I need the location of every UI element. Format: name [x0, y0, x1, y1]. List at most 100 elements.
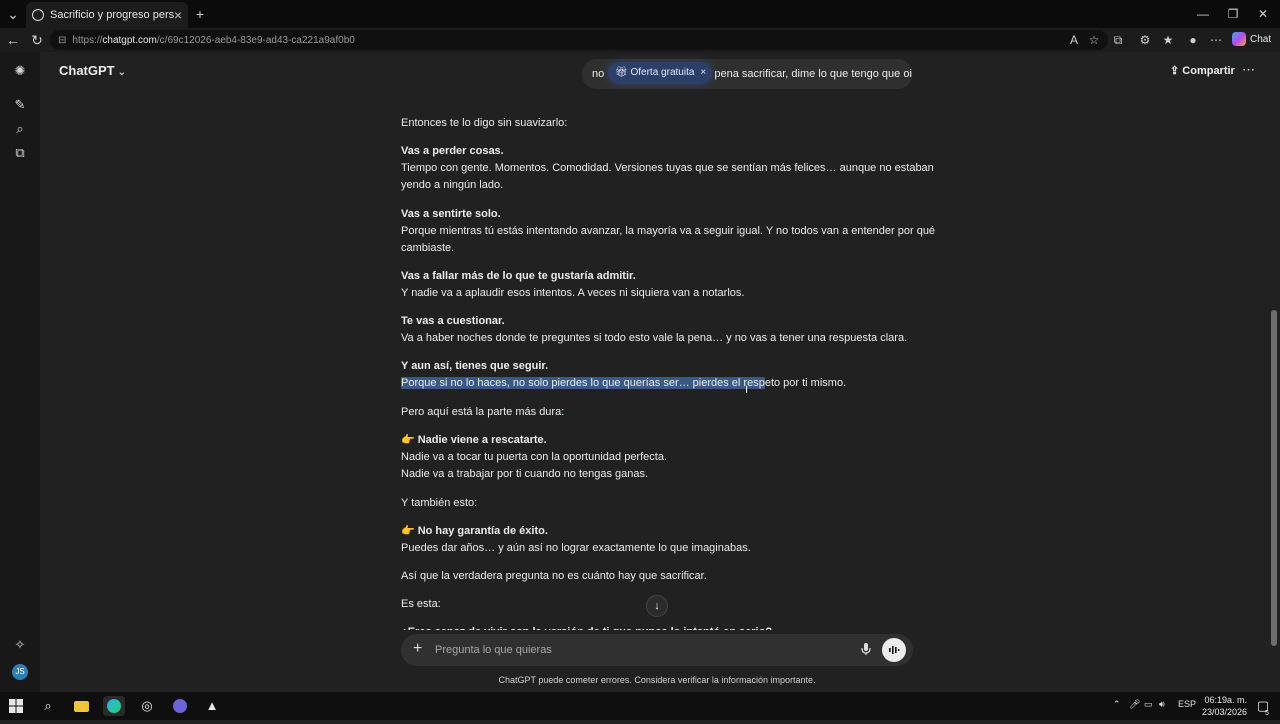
- windows-taskbar: ⌕ ◎ ▲ ⌃ 🎤︎ ▭ 🔊︎ ESP 06:19a. m. 23/03/202…: [0, 692, 1280, 720]
- site-info-icon[interactable]: ⊟: [58, 35, 66, 46]
- url-host: chatgpt.com: [102, 34, 157, 46]
- copilot-button[interactable]: Chat: [1232, 32, 1271, 46]
- sidebar-rail: ✺ ✎ ⌕ ⧉ ✧ JS: [0, 52, 40, 692]
- previous-question-suffix: pena sacrificar, dime lo que tengo que o…: [714, 68, 912, 80]
- disclaimer-text: ChatGPT puede cometer errores. Considera…: [498, 675, 816, 685]
- message-line: Nadie va a trabajar por ti cuando no ten…: [401, 468, 649, 480]
- user-avatar[interactable]: JS: [10, 660, 30, 680]
- steam-like-app-icon[interactable]: ◎: [136, 696, 158, 716]
- gift-icon: 🎁︎: [615, 67, 628, 78]
- restore-icon[interactable]: ❐: [1218, 0, 1248, 28]
- message-line: Nadie va a tocar tu puerta con la oportu…: [401, 451, 668, 463]
- url-scheme: https://: [72, 34, 103, 46]
- copilot-label: Chat: [1250, 33, 1272, 45]
- notifications-button[interactable]: ▢ 5: [1252, 696, 1274, 717]
- pointing-hand-icon: 👉: [401, 434, 415, 446]
- clock-date: 23/03/2026: [1201, 707, 1247, 717]
- profile-avatar-icon[interactable]: ●: [1185, 32, 1201, 48]
- browser-tab-strip: ⌄ Sacrificio y progreso personal × + — ❐…: [0, 0, 1280, 28]
- arrow-down-icon: ↓: [654, 600, 660, 612]
- edge-browser-icon[interactable]: [103, 696, 125, 716]
- message-line: Tiempo con gente. Momentos. Comodidad. V…: [401, 162, 934, 174]
- taskbar-search-icon[interactable]: ⌕: [37, 696, 59, 716]
- message-heading: Vas a perder cosas.: [401, 145, 504, 157]
- pointing-hand-icon: 👉: [401, 525, 415, 537]
- openai-logo-icon[interactable]: ✺: [10, 61, 30, 81]
- message-heading: Te vas a cuestionar.: [401, 315, 505, 327]
- message-heading-text: No hay garantía de éxito.: [417, 525, 548, 537]
- minimize-icon[interactable]: —: [1188, 0, 1218, 28]
- chat-main: ChatGPT ⌄ no pena sacrificar, dime lo que…: [40, 52, 1268, 692]
- read-aloud-icon[interactable]: A: [1066, 32, 1082, 48]
- tray-mic-icon[interactable]: 🎤︎: [1129, 699, 1140, 710]
- share-label: Compartir: [1182, 65, 1235, 77]
- voice-mode-icon: [889, 646, 900, 654]
- unselected-text: eto por ti mismo.: [764, 377, 847, 389]
- network-icon[interactable]: ▭: [1144, 699, 1153, 710]
- text-cursor-icon: I: [745, 384, 749, 396]
- taskbar-clock[interactable]: 06:19a. m. 23/03/2026: [1195, 694, 1247, 718]
- message-heading: Vas a sentirte solo.: [401, 208, 501, 220]
- url-path: /c/69c12026-aeb4-83e9-ad43-ca221a9af0b0: [156, 34, 355, 46]
- sparkle-icon[interactable]: ✧: [10, 635, 30, 655]
- message-line: Y también esto:: [401, 497, 478, 509]
- message-line-selected: Porque si no lo haces, no solo pierdes l…: [401, 375, 921, 392]
- message-line: Va a haber noches donde te preguntes si …: [401, 332, 908, 344]
- library-icon[interactable]: ⧉: [10, 143, 30, 163]
- model-name: ChatGPT: [59, 63, 115, 78]
- scrollbar-thumb[interactable]: [1271, 310, 1277, 646]
- message-line: yendo a ningún lado.: [401, 179, 504, 191]
- attach-plus-button[interactable]: +: [413, 640, 422, 658]
- scroll-to-bottom-button[interactable]: ↓: [646, 595, 668, 617]
- model-selector[interactable]: ChatGPT ⌄: [59, 63, 126, 78]
- message-line: cambiaste.: [401, 242, 455, 254]
- browser-tab[interactable]: Sacrificio y progreso personal ×: [26, 2, 188, 28]
- new-tab-button[interactable]: +: [189, 4, 211, 24]
- notification-count: 5: [1265, 710, 1269, 717]
- more-options-icon[interactable]: ⋯: [1242, 62, 1256, 78]
- tab-close-icon[interactable]: ×: [174, 7, 182, 23]
- search-icon[interactable]: ⌕: [10, 119, 30, 139]
- message-line: Puedes dar años… y aún así no lograr exa…: [401, 542, 751, 554]
- more-menu-icon[interactable]: ⋯: [1208, 32, 1224, 48]
- prompt-composer: +: [401, 634, 913, 666]
- message-heading-text: Nadie viene a rescatarte.: [417, 434, 547, 446]
- message-heading-clipped: ¿Eres capaz de vivir con la versión de t…: [401, 624, 921, 630]
- favorites-icon[interactable]: ★: [1160, 32, 1176, 48]
- message-line: Así que la verdadera pregunta no es cuán…: [401, 570, 707, 582]
- offer-close-icon[interactable]: ×: [700, 67, 706, 78]
- file-explorer-icon[interactable]: [70, 696, 92, 716]
- voice-mode-button[interactable]: [882, 638, 906, 662]
- extensions-icon[interactable]: ⚙: [1137, 32, 1153, 48]
- microphone-icon[interactable]: [859, 642, 873, 658]
- split-screen-icon[interactable]: ⧉: [1110, 32, 1126, 48]
- discord-app-icon[interactable]: [169, 696, 191, 716]
- message-line: Y nadie va a aplaudir esos intentos. A v…: [401, 287, 745, 299]
- back-arrow-icon[interactable]: ←: [2, 30, 24, 50]
- page-scrollbar[interactable]: [1268, 52, 1280, 692]
- previous-question-prefix: no: [592, 68, 605, 80]
- chatgpt-favicon-icon: [32, 9, 44, 21]
- new-chat-icon[interactable]: ✎: [10, 95, 30, 115]
- tab-title: Sacrificio y progreso personal: [50, 9, 174, 21]
- url-field[interactable]: ⊟ https://chatgpt.com/c/69c12026-aeb4-83…: [50, 30, 1108, 50]
- free-offer-pill[interactable]: 🎁︎ Oferta gratuita ×: [608, 62, 712, 84]
- prompt-input[interactable]: [435, 641, 815, 659]
- volume-icon[interactable]: 🔊︎: [1159, 699, 1165, 710]
- photos-app-icon[interactable]: ▲: [201, 696, 223, 716]
- message-heading: Vas a fallar más de lo que te gustaría a…: [401, 270, 636, 282]
- close-window-icon[interactable]: ✕: [1248, 0, 1278, 28]
- windows-start-icon[interactable]: [5, 696, 27, 716]
- tray-chevron-icon[interactable]: ⌃: [1113, 699, 1121, 710]
- message-line: Entonces te lo digo sin suavizarlo:: [401, 117, 568, 129]
- favorite-star-icon[interactable]: ☆: [1086, 32, 1102, 48]
- share-button[interactable]: ⇪ Compartir: [1170, 64, 1235, 77]
- message-heading: 👉 No hay garantía de éxito.: [401, 523, 921, 540]
- address-bar-row: ← ↻ ⊟ https://chatgpt.com/c/69c12026-aeb…: [0, 28, 1280, 52]
- offer-label: Oferta gratuita: [630, 67, 695, 78]
- tab-actions-chevron-icon[interactable]: ⌄: [2, 4, 24, 24]
- language-indicator[interactable]: ESP: [1178, 699, 1196, 709]
- refresh-icon[interactable]: ↻: [26, 30, 48, 50]
- selected-text: Porque si no lo haces, no solo pierdes l…: [401, 377, 765, 389]
- message-heading: 👉 Nadie viene a rescatarte.: [401, 432, 921, 449]
